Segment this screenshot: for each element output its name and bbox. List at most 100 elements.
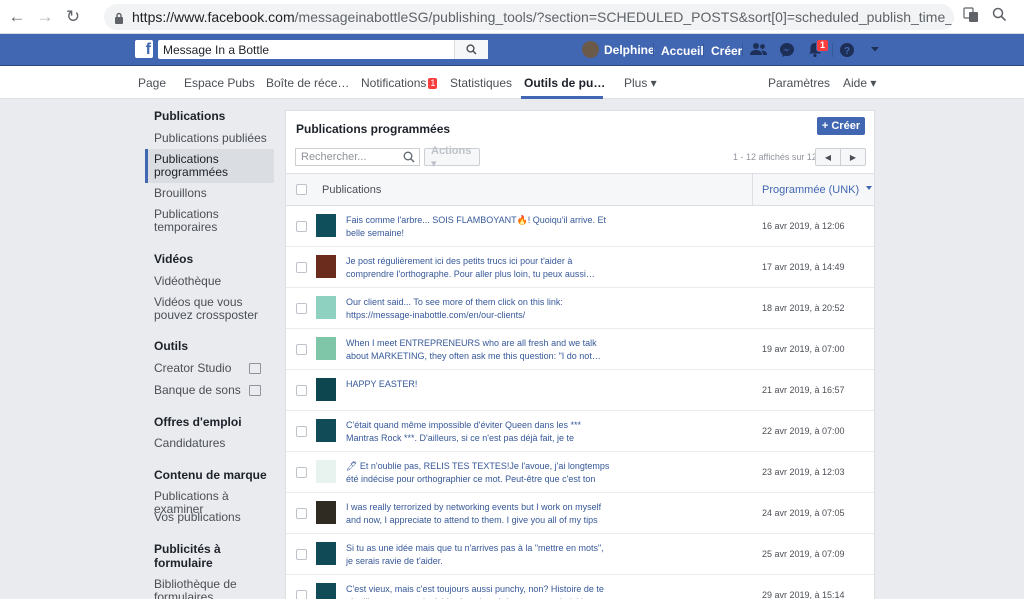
column-divider [752, 174, 753, 206]
actions-dropdown[interactable]: Actions ▾ [424, 145, 480, 170]
prev-page-icon[interactable]: ◀ [816, 149, 841, 165]
tab-settings[interactable]: Paramètres [768, 76, 830, 90]
post-text-link[interactable]: HAPPY EASTER! [346, 378, 611, 391]
search-icon[interactable] [454, 40, 488, 59]
column-header-publications[interactable]: Publications [322, 184, 381, 196]
friends-icon[interactable] [750, 42, 768, 58]
home-link[interactable]: Accueil [661, 44, 704, 58]
messenger-icon[interactable] [778, 42, 796, 58]
post-text-link[interactable]: I was really terrorized by networking ev… [346, 501, 611, 527]
table-row[interactable]: Fais comme l'arbre... SOIS FLAMBOYANT🔥! … [286, 206, 874, 247]
next-page-icon[interactable]: ▶ [841, 149, 865, 165]
table-row[interactable]: C'est vieux, mais c'est toujours aussi p… [286, 575, 874, 599]
tab-help[interactable]: Aide ▾ [843, 76, 876, 90]
scheduled-date: 25 avr 2019, à 07:09 [762, 549, 845, 559]
table-row[interactable]: 🖊 Et n'oublie pas, RELIS TES TEXTES!Je l… [286, 452, 874, 493]
post-thumbnail[interactable] [316, 460, 336, 483]
row-checkbox[interactable] [296, 426, 307, 437]
sidebar-item-forms-library[interactable]: Bibliothèque de formulaires [154, 578, 244, 599]
post-thumbnail[interactable] [316, 501, 336, 524]
tab-more[interactable]: Plus ▾ [624, 76, 657, 90]
results-count: 1 - 12 affichés sur 12 [733, 152, 817, 162]
url-path: /messageinabottleSG/publishing_tools/?se… [294, 9, 954, 25]
row-checkbox[interactable] [296, 590, 307, 599]
facebook-search-input[interactable]: Message In a Bottle [158, 40, 488, 59]
post-text-link[interactable]: Je post régulièrement ici des petits tru… [346, 255, 611, 280]
post-text-link[interactable]: 🖊 Et n'oublie pas, RELIS TES TEXTES!Je l… [346, 460, 611, 486]
lock-icon [114, 11, 124, 24]
post-text-link[interactable]: Si tu as une idée mais que tu n'arrives … [346, 542, 611, 567]
sidebar-section-jobs: Offres d'emploi [154, 415, 242, 429]
post-thumbnail[interactable] [316, 214, 336, 237]
scheduled-date: 29 avr 2019, à 15:14 [762, 590, 845, 599]
table-row[interactable]: Si tu as une idée mais que tu n'arrives … [286, 534, 874, 575]
sort-descending-icon[interactable] [866, 186, 872, 190]
row-checkbox[interactable] [296, 385, 307, 396]
post-text-link[interactable]: Fais comme l'arbre... SOIS FLAMBOYANT🔥! … [346, 214, 611, 239]
back-arrow-icon[interactable]: ← [6, 6, 28, 28]
scheduled-date: 19 avr 2019, à 07:00 [762, 344, 845, 354]
pagination: ◀ ▶ [815, 148, 866, 166]
sidebar-item-video-library[interactable]: Vidéothèque [154, 275, 274, 288]
sidebar-item-applications[interactable]: Candidatures [154, 437, 274, 450]
row-checkbox[interactable] [296, 549, 307, 560]
row-checkbox[interactable] [296, 508, 307, 519]
row-checkbox[interactable] [296, 467, 307, 478]
tab-notifications[interactable]: Notifications 1 [361, 76, 438, 90]
post-thumbnail[interactable] [316, 378, 336, 401]
post-thumbnail[interactable] [316, 542, 336, 565]
create-link[interactable]: Créer [711, 44, 742, 58]
reload-icon[interactable]: ↻ [62, 6, 84, 28]
row-checkbox[interactable] [296, 262, 307, 273]
tab-page[interactable]: Page [138, 76, 166, 90]
sidebar-item-published[interactable]: Publications publiées [154, 132, 274, 145]
tab-ads[interactable]: Espace Pubs [184, 76, 255, 90]
translate-icon[interactable] [963, 7, 979, 26]
tab-inbox[interactable]: Boîte de réce… [266, 76, 349, 90]
account-menu-caret-icon[interactable] [866, 42, 884, 58]
table-row[interactable]: C'était quand même impossible d'éviter Q… [286, 411, 874, 452]
active-tab-indicator [521, 96, 603, 99]
post-thumbnail[interactable] [316, 583, 336, 599]
sidebar-item-scheduled[interactable]: Publications programmées [154, 153, 274, 179]
post-text-link[interactable]: When I meet ENTREPRENEURS who are all fr… [346, 337, 611, 362]
sidebar-section-publications: Publications [154, 109, 226, 123]
tab-notifications-label: Notifications [361, 76, 427, 90]
address-bar[interactable]: https://www.facebook.com/messageinabottl… [104, 4, 954, 30]
table-row[interactable]: HAPPY EASTER! 21 avr 2019, à 16:57 [286, 370, 874, 411]
select-all-checkbox[interactable] [296, 184, 307, 195]
sidebar-item-temporary[interactable]: Publications temporaires [154, 208, 274, 234]
post-thumbnail[interactable] [316, 296, 336, 319]
row-checkbox[interactable] [296, 303, 307, 314]
divider [832, 43, 833, 57]
row-checkbox[interactable] [296, 344, 307, 355]
post-thumbnail[interactable] [316, 337, 336, 360]
help-icon[interactable]: ? [838, 42, 856, 58]
zoom-search-icon[interactable] [992, 7, 1007, 25]
tab-publishing-tools[interactable]: Outils de pu… [524, 76, 605, 90]
post-text-link[interactable]: C'est vieux, mais c'est toujours aussi p… [346, 583, 611, 599]
sidebar-item-your-posts[interactable]: Vos publications [154, 511, 274, 524]
post-text-link[interactable]: C'était quand même impossible d'éviter Q… [346, 419, 611, 445]
table-row[interactable]: When I meet ENTREPRENEURS who are all fr… [286, 329, 874, 370]
divider [653, 43, 654, 57]
table-row[interactable]: I was really terrorized by networking ev… [286, 493, 874, 534]
tab-insights[interactable]: Statistiques [450, 76, 512, 90]
avatar [582, 41, 599, 58]
post-thumbnail[interactable] [316, 255, 336, 278]
sidebar-item-drafts[interactable]: Brouillons [154, 187, 274, 200]
forward-arrow-icon[interactable]: → [34, 6, 56, 28]
facebook-logo-icon[interactable]: f [135, 40, 153, 58]
create-post-button[interactable]: + Créer [817, 117, 865, 135]
table-row[interactable]: Our client said... To see more of them c… [286, 288, 874, 329]
sidebar-section-branded-content: Contenu de marque [154, 468, 267, 482]
column-header-scheduled[interactable]: Programmée (UNK) [762, 184, 859, 196]
search-icon [403, 151, 415, 166]
user-profile-link[interactable]: Delphine [582, 41, 655, 58]
row-checkbox[interactable] [296, 221, 307, 232]
sidebar-item-crosspost[interactable]: Vidéos que vous pouvez crossposter [154, 296, 274, 322]
table-row[interactable]: Je post régulièrement ici des petits tru… [286, 247, 874, 288]
post-text-link[interactable]: Our client said... To see more of them c… [346, 296, 611, 321]
post-thumbnail[interactable] [316, 419, 336, 442]
posts-search-input[interactable]: Rechercher... [295, 148, 420, 166]
